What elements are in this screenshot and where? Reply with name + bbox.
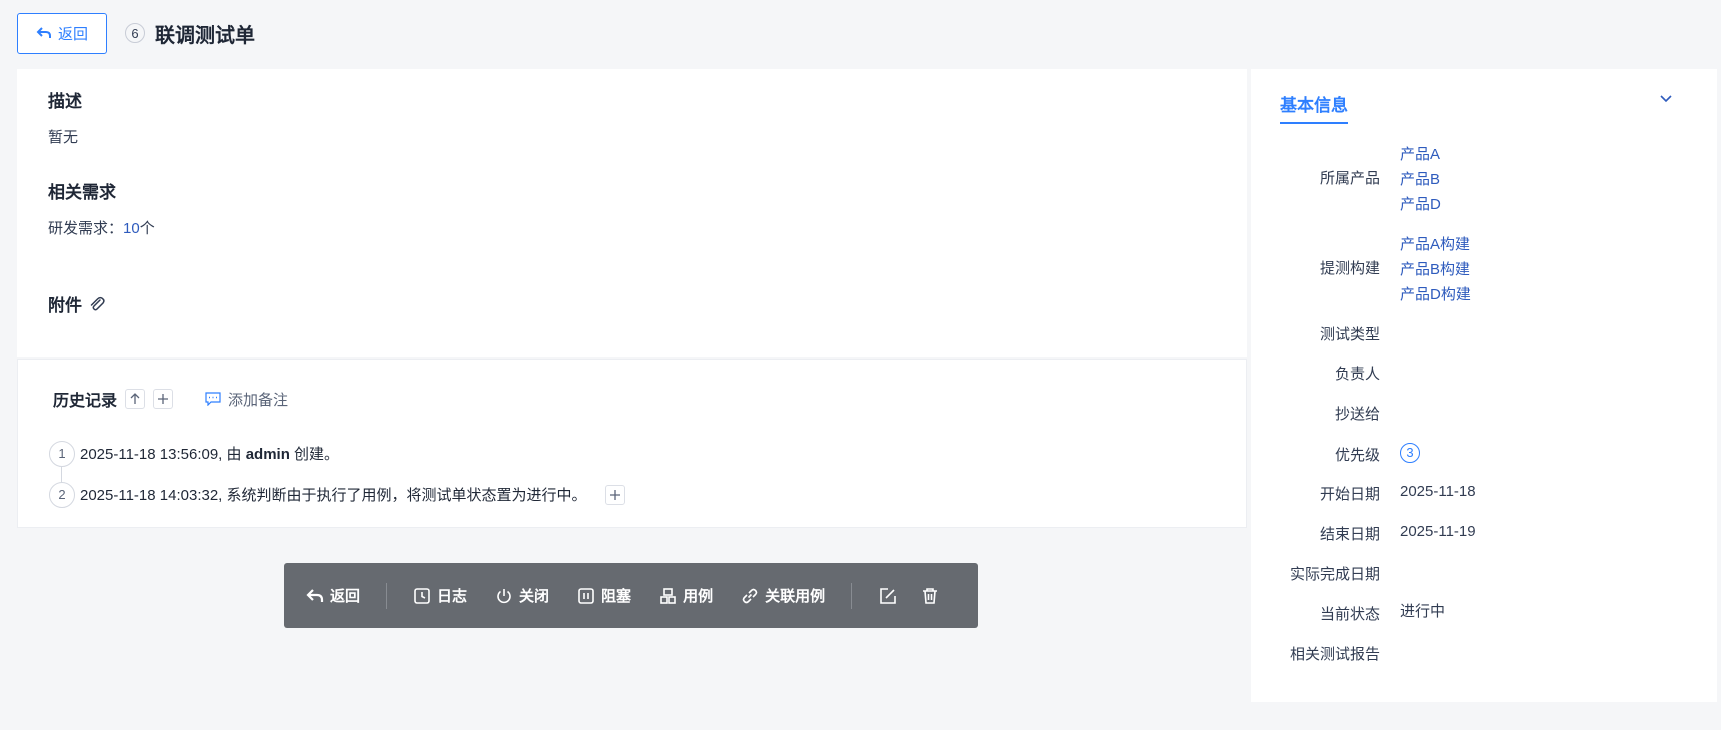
build-values: 产品A构建 产品B构建 产品D构建: [1400, 232, 1471, 307]
action-toolbar: 返回 日志 关闭 阻塞 用例 关联用例: [284, 563, 978, 628]
toolbar-divider: [851, 582, 853, 609]
info-row-actual: 实际完成日期: [1251, 563, 1717, 584]
start-date-label: 开始日期: [1319, 486, 1380, 503]
cc-label: 抄送给: [1334, 406, 1380, 423]
build-link[interactable]: 产品B构建: [1400, 257, 1471, 282]
owner-label: 负责人: [1334, 366, 1380, 383]
comment-icon: [205, 392, 221, 406]
description-title: 描述: [48, 92, 82, 111]
arrow-up-icon: [130, 393, 140, 404]
toolbar-back-button[interactable]: 返回: [306, 585, 360, 606]
related-requirements-title: 相关需求: [48, 183, 116, 202]
info-row-type: 测试类型: [1251, 323, 1717, 344]
history-user: admin: [245, 446, 290, 463]
history-header: 历史记录 添加备注: [53, 387, 288, 411]
back-arrow-icon: [306, 588, 324, 602]
page-title: 联调测试单: [155, 24, 255, 47]
add-note-label: 添加备注: [228, 391, 289, 409]
build-link[interactable]: 产品A构建: [1400, 232, 1471, 257]
toolbar-edit-button[interactable]: [878, 586, 898, 606]
toolbar-link-cases-button[interactable]: 关联用例: [741, 585, 825, 606]
plus-icon: [158, 394, 169, 404]
plus-icon: [609, 489, 620, 500]
log-clock-icon: [414, 587, 430, 604]
back-button-label: 返回: [57, 25, 88, 43]
add-note-button[interactable]: 添加备注: [205, 389, 288, 410]
info-row-cc: 抄送给: [1251, 403, 1717, 424]
basic-info-panel: 基本信息 所属产品 产品A 产品B 产品D 提测构建 产品A构建 产品B构建 产…: [1251, 69, 1717, 702]
requirements-label: 研发需求：: [48, 220, 124, 237]
main-content-card: 描述 暂无 相关需求 研发需求：10个 附件: [17, 69, 1247, 357]
product-link[interactable]: 产品D: [1400, 192, 1441, 217]
priority-label: 优先级: [1334, 447, 1380, 464]
toolbar-close-button[interactable]: 关闭: [495, 585, 549, 606]
build-label: 提测构建: [1319, 260, 1380, 277]
history-item: 2 2025-11-18 14:03:32, 系统判断由于执行了用例，将测试单状…: [49, 474, 625, 515]
status-label: 当前状态: [1319, 606, 1380, 623]
info-row-owner: 负责人: [1251, 363, 1717, 384]
toolbar-cases-button[interactable]: 用例: [659, 585, 713, 606]
history-expand-button[interactable]: [153, 389, 174, 409]
info-row-priority: 优先级 3: [1251, 443, 1717, 465]
history-list: 1 2025-11-18 13:56:09, 由 admin 创建。 2 202…: [49, 433, 625, 515]
info-row-build: 提测构建 产品A构建 产品B构建 产品D构建: [1251, 232, 1717, 307]
requirements-count-link[interactable]: 10: [123, 220, 140, 237]
attachments-section: 附件: [48, 291, 106, 316]
edit-icon: [880, 587, 896, 604]
product-values: 产品A 产品B 产品D: [1400, 142, 1441, 217]
product-link[interactable]: 产品B: [1400, 167, 1441, 192]
build-link[interactable]: 产品D构建: [1400, 282, 1471, 307]
paperclip-icon[interactable]: [88, 295, 106, 313]
info-row-report: 相关测试报告: [1251, 643, 1717, 664]
info-row-product: 所属产品 产品A 产品B 产品D: [1251, 142, 1717, 217]
history-item: 1 2025-11-18 13:56:09, 由 admin 创建。: [49, 433, 625, 483]
toolbar-delete-button[interactable]: [920, 586, 940, 606]
history-card: 历史记录 添加备注 1 2025-11-18 13:56:09, 由 admin…: [17, 359, 1247, 528]
info-row-status: 当前状态 进行中: [1251, 603, 1717, 624]
history-item-text: 2025-11-18 13:56:09, 由 admin 创建。: [80, 446, 340, 463]
chevron-down-icon[interactable]: [1657, 89, 1675, 107]
cases-icon: [660, 587, 676, 604]
top-bar: 返回 6 联调测试单: [0, 0, 1721, 66]
tab-basic-info[interactable]: 基本信息: [1280, 91, 1348, 124]
power-icon: [497, 588, 511, 603]
description-text: 暂无: [48, 129, 79, 146]
product-label: 所属产品: [1319, 170, 1380, 187]
history-item-text: 2025-11-18 14:03:32, 系统判断由于执行了用例，将测试单状态置…: [80, 487, 587, 504]
history-sort-button[interactable]: [125, 389, 146, 409]
trash-icon: [923, 587, 938, 604]
history-item-number: 1: [49, 440, 75, 467]
requirements-summary: 研发需求：10个: [48, 217, 155, 238]
back-arrow-icon: [36, 27, 51, 38]
product-link[interactable]: 产品A: [1400, 142, 1441, 167]
pause-icon: [578, 587, 594, 604]
related-requirements-section: 相关需求 研发需求：10个: [48, 178, 155, 238]
report-label: 相关测试报告: [1289, 646, 1380, 663]
back-button[interactable]: 返回: [17, 12, 107, 54]
end-date-value: 2025-11-19: [1400, 523, 1476, 540]
attachments-title: 附件: [48, 296, 82, 315]
toolbar-divider: [386, 582, 388, 609]
priority-badge: 3: [1400, 443, 1420, 463]
end-date-label: 结束日期: [1319, 526, 1380, 543]
link-icon: [742, 588, 758, 603]
info-row-start: 开始日期 2025-11-18: [1251, 483, 1717, 504]
description-section: 描述 暂无: [48, 87, 82, 147]
start-date-value: 2025-11-18: [1400, 483, 1476, 500]
type-label: 测试类型: [1319, 326, 1380, 343]
history-item-expand-button[interactable]: [604, 484, 625, 505]
toolbar-block-button[interactable]: 阻塞: [577, 585, 631, 606]
history-title: 历史记录: [53, 393, 118, 410]
toolbar-log-button[interactable]: 日志: [413, 585, 467, 606]
actual-date-label: 实际完成日期: [1289, 566, 1380, 583]
testtask-id-badge: 6: [125, 23, 145, 43]
history-item-number: 2: [49, 481, 75, 508]
status-value: 进行中: [1400, 603, 1446, 620]
requirements-unit: 个: [139, 220, 155, 237]
info-row-end: 结束日期 2025-11-19: [1251, 523, 1717, 544]
